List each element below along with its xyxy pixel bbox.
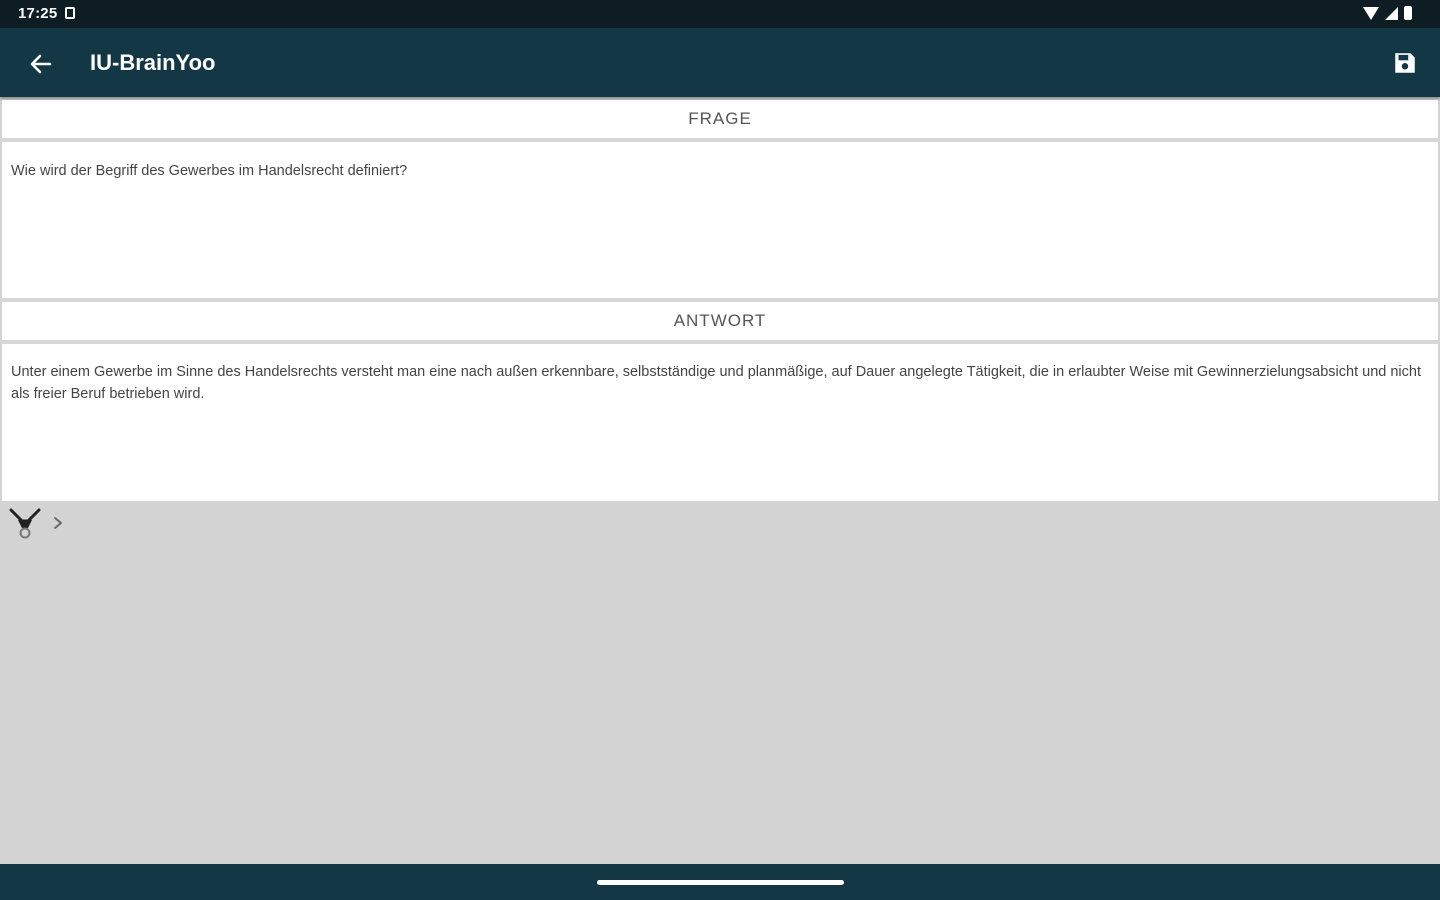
answer-header: ANTWORT — [2, 302, 1438, 340]
question-text[interactable]: Wie wird der Begriff des Gewerbes im Han… — [2, 142, 1438, 298]
navigation-bar — [0, 864, 1440, 900]
save-button[interactable] — [1392, 50, 1418, 76]
signal-icon — [1385, 6, 1398, 20]
app-bar: IU-BrainYoo — [0, 28, 1440, 97]
chevron-right-icon[interactable] — [52, 515, 64, 531]
sim-card-icon — [65, 7, 75, 19]
battery-icon — [1404, 6, 1412, 20]
home-handle[interactable] — [597, 880, 844, 885]
question-header: FRAGE — [2, 100, 1438, 138]
app-title: IU-BrainYoo — [90, 50, 216, 75]
status-icons — [1363, 6, 1412, 20]
arrow-left-icon — [30, 54, 52, 74]
back-button[interactable] — [24, 50, 58, 78]
funnel-tool-icon[interactable] — [8, 506, 42, 540]
answer-text[interactable]: Unter einem Gewerbe im Sinne des Handels… — [2, 344, 1438, 501]
status-bar: 17:25 — [0, 0, 1440, 28]
wifi-icon — [1363, 6, 1379, 20]
bottom-toolbar — [8, 506, 64, 540]
floppy-disk-icon — [1395, 53, 1415, 73]
status-time: 17:25 — [18, 5, 58, 22]
